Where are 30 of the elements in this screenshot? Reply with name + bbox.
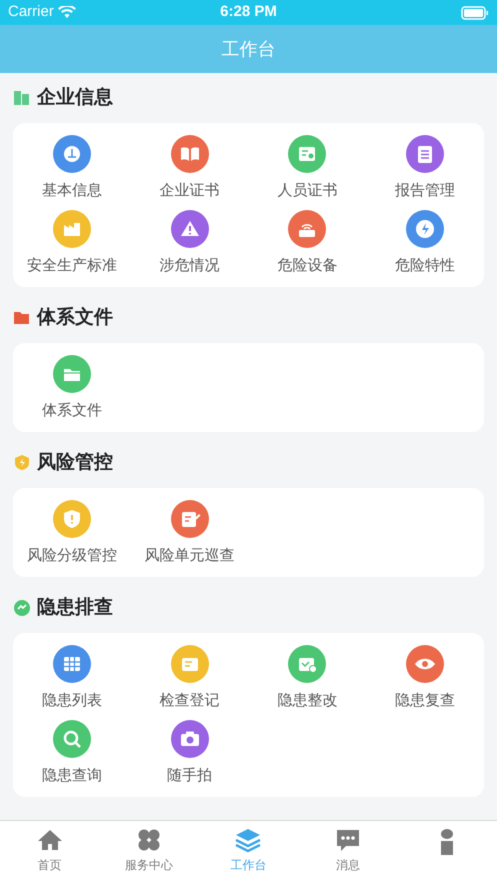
carrier-text: Carrier bbox=[8, 2, 54, 22]
layers-icon bbox=[234, 827, 262, 855]
menu-item[interactable]: 隐患整改 bbox=[248, 640, 366, 715]
tab[interactable]: 服务中心 bbox=[99, 821, 199, 883]
tab[interactable]: 消息 bbox=[298, 821, 398, 883]
menu-item[interactable]: 隐患列表 bbox=[13, 640, 131, 715]
section-title: 企业信息 bbox=[37, 86, 113, 110]
menu-item[interactable]: 报告管理 bbox=[366, 130, 484, 205]
page-title: 工作台 bbox=[222, 38, 276, 60]
menu-item[interactable]: 风险分级管控 bbox=[13, 495, 131, 570]
menu-item[interactable]: 随手拍 bbox=[130, 715, 248, 790]
tab[interactable]: 首页 bbox=[0, 821, 100, 883]
wifi-icon bbox=[58, 6, 76, 19]
battery-icon bbox=[461, 6, 489, 20]
menu-item[interactable]: 风险单元巡查 bbox=[130, 495, 248, 570]
section-title: 隐患排查 bbox=[37, 596, 113, 620]
menu-item[interactable]: 危险设备 bbox=[248, 205, 366, 280]
menu-item[interactable]: 体系文件 bbox=[13, 350, 131, 425]
section-title: 体系文件 bbox=[37, 306, 113, 330]
menu-item[interactable]: 检查登记 bbox=[130, 640, 248, 715]
menu-item[interactable]: 人员证书 bbox=[248, 130, 366, 205]
menu-item[interactable]: 涉危情况 bbox=[130, 205, 248, 280]
menu-item[interactable]: 隐患复查 bbox=[366, 640, 484, 715]
menu-item[interactable]: 企业证书 bbox=[130, 130, 248, 205]
menu-item[interactable]: 危险特性 bbox=[366, 205, 484, 280]
menu-item[interactable]: 安全生产标准 bbox=[13, 205, 131, 280]
menu-item[interactable]: 隐患查询 bbox=[13, 715, 131, 790]
menu-item[interactable]: 基本信息 bbox=[13, 130, 131, 205]
clock-text: 6:28 PM bbox=[220, 2, 277, 22]
section-title: 风险管控 bbox=[37, 450, 113, 475]
